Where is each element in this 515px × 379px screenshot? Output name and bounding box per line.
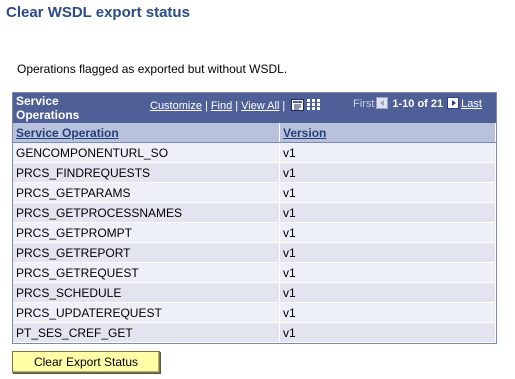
- previous-arrow-icon: [376, 97, 389, 109]
- table-row: PRCS_SCHEDULE v1: [13, 282, 496, 303]
- version-cell: v1: [279, 262, 496, 283]
- service-operation-cell: PRCS_GETPARAMS: [13, 182, 280, 203]
- column-header-service-operation[interactable]: Service Operation: [13, 123, 280, 143]
- version-cell: v1: [279, 142, 496, 163]
- table-row: PRCS_GETPARAMS v1: [13, 182, 496, 203]
- view-all-link[interactable]: View All: [241, 100, 279, 112]
- column-header-version[interactable]: Version: [279, 123, 496, 143]
- service-operation-cell: PRCS_GETREPORT: [13, 242, 280, 263]
- table-row: PRCS_FINDREQUESTS v1: [13, 162, 496, 183]
- version-cell: v1: [279, 162, 496, 183]
- service-operation-cell: PRCS_GETREQUEST: [13, 262, 280, 283]
- last-link[interactable]: Last: [461, 98, 482, 110]
- intro-text: Operations flagged as exported but witho…: [17, 62, 288, 76]
- table-row: PT_SES_CREF_GET v1: [13, 322, 496, 343]
- next-arrow-icon[interactable]: [447, 97, 460, 109]
- version-cell: v1: [279, 302, 496, 323]
- row-range: 1-10 of 21: [392, 98, 444, 110]
- clear-export-status-button[interactable]: Clear Export Status: [12, 351, 160, 373]
- service-operation-cell: PT_SES_CREF_GET: [13, 322, 280, 343]
- version-cell: v1: [279, 282, 496, 303]
- grid-pager: First 1-10 of 21 Last: [353, 97, 482, 110]
- service-operations-table: Service Operation Version GENCOMPONENTUR…: [13, 123, 496, 343]
- version-cell: v1: [279, 202, 496, 223]
- version-cell: v1: [279, 222, 496, 243]
- table-row: PRCS_GETREPORT v1: [13, 242, 496, 263]
- service-operation-cell: PRCS_SCHEDULE: [13, 282, 280, 303]
- grid-nav-bar: Service Operations Customize | Find | View A…: [13, 93, 496, 123]
- customize-link[interactable]: Customize: [150, 100, 202, 112]
- table-row: PRCS_GETPROMPT v1: [13, 222, 496, 243]
- find-link[interactable]: Find: [211, 100, 232, 112]
- table-row: GENCOMPONENTURL_SO v1: [13, 142, 496, 163]
- service-operation-cell: PRCS_UPDATEREQUEST: [13, 302, 280, 323]
- view-grid-icon[interactable]: [307, 99, 321, 111]
- version-cell: v1: [279, 322, 496, 343]
- table-row: PRCS_UPDATEREQUEST v1: [13, 302, 496, 323]
- version-cell: v1: [279, 242, 496, 263]
- service-operation-cell: PRCS_GETPROMPT: [13, 222, 280, 243]
- download-to-excel-icon[interactable]: [291, 99, 305, 111]
- table-row: PRCS_GETREQUEST v1: [13, 262, 496, 283]
- first-link: First: [353, 98, 375, 110]
- service-operation-cell: GENCOMPONENTURL_SO: [13, 142, 280, 163]
- separator: |: [282, 100, 286, 112]
- grid-toolbar: Customize | Find | View All |: [150, 99, 321, 112]
- service-operations-grid: Service Operations Customize | Find | View A…: [12, 92, 497, 344]
- separator: |: [235, 100, 239, 112]
- grid-caption: Service Operations: [16, 94, 80, 122]
- version-cell: v1: [279, 182, 496, 203]
- page-title: Clear WSDL export status: [6, 4, 190, 21]
- service-operation-cell: PRCS_FINDREQUESTS: [13, 162, 280, 183]
- table-row: PRCS_GETPROCESSNAMES v1: [13, 202, 496, 223]
- service-operation-cell: PRCS_GETPROCESSNAMES: [13, 202, 280, 223]
- separator: |: [204, 100, 208, 112]
